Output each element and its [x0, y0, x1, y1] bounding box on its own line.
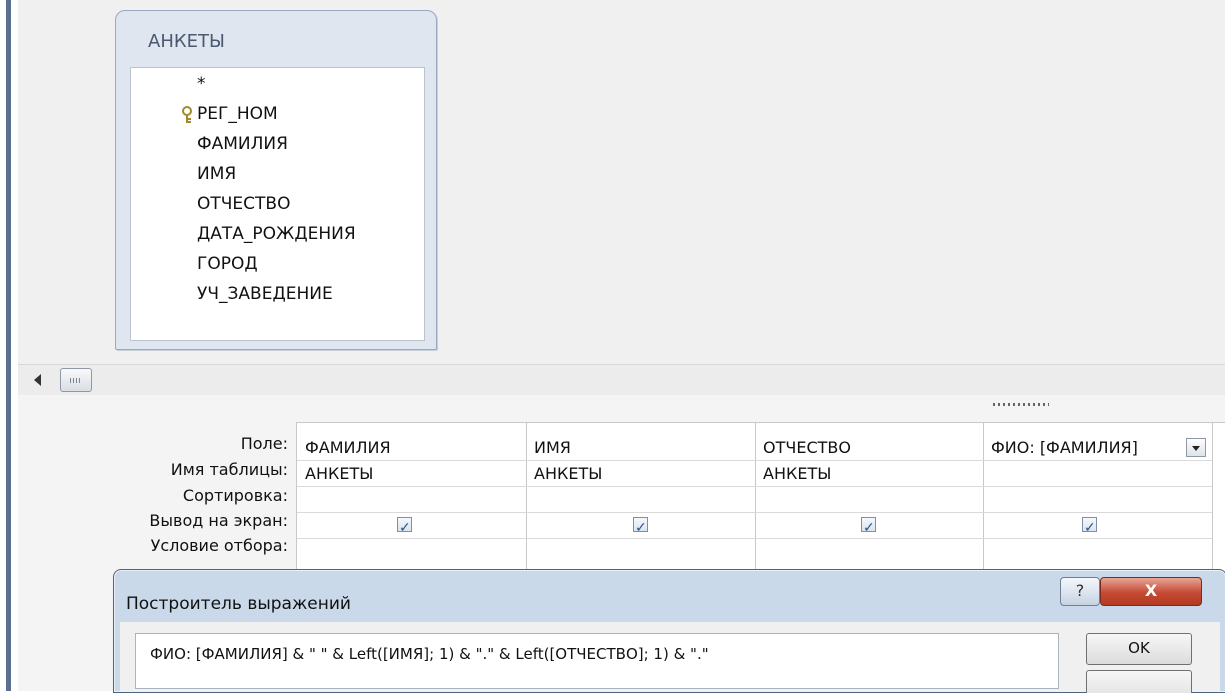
row-label-criteria: Условие отбора: [150, 536, 288, 555]
cancel-button[interactable] [1086, 670, 1192, 693]
show-checkbox[interactable] [1082, 515, 1097, 538]
row-label-table-name: Имя таблицы: [170, 460, 288, 479]
field-item-reg-nom[interactable]: РЕГ_НОМ [197, 104, 278, 124]
field-item-familiya[interactable]: ФАМИЛИЯ [197, 134, 288, 154]
grid-cell-field[interactable]: ФАМИЛИЯ [297, 435, 526, 461]
field-item-all[interactable]: * [197, 74, 206, 94]
grid-cell-field[interactable]: ИМЯ [526, 435, 755, 461]
grid-cell-sort[interactable] [526, 487, 755, 513]
close-button[interactable]: X [1100, 577, 1202, 606]
show-checkbox[interactable] [397, 515, 412, 538]
grid-cell-field-text: ФИО: [ФАМИЛИЯ] [991, 438, 1138, 457]
grid-cell-sort[interactable] [983, 487, 1212, 513]
field-item-uch-zavedenie[interactable]: УЧ_ЗАВЕДЕНИЕ [197, 284, 333, 304]
help-button[interactable]: ? [1060, 577, 1100, 606]
grid-cell-show[interactable] [526, 513, 755, 539]
row-label-sort: Сортировка: [182, 486, 288, 505]
pane-splitter[interactable] [18, 395, 1225, 415]
table-title: АНКЕТЫ [148, 31, 225, 52]
grid-cell-field[interactable]: ОТЧЕСТВО [755, 435, 983, 461]
dialog-body: ФИО: [ФАМИЛИЯ] & " " & Left([ИМЯ]; 1) & … [120, 622, 1220, 693]
query-design-pane: АНКЕТЫ * РЕГ_НОМ ФАМИЛИЯ ИМЯ ОТЧЕСТВО ДА… [18, 0, 1225, 364]
grid-cell-table[interactable]: АНКЕТЫ [755, 461, 983, 487]
show-checkbox[interactable] [861, 515, 876, 538]
grid-cell-table[interactable]: АНКЕТЫ [297, 461, 526, 487]
row-label-field: Поле: [240, 434, 288, 453]
table-field-list-window[interactable]: АНКЕТЫ * РЕГ_НОМ ФАМИЛИЯ ИМЯ ОТЧЕСТВО ДА… [115, 10, 437, 350]
ok-button[interactable]: OK [1086, 633, 1192, 665]
expression-input[interactable]: ФИО: [ФАМИЛИЯ] & " " & Left([ИМЯ]; 1) & … [135, 633, 1059, 689]
expression-builder-dialog: Построитель выражений ? X ФИО: [ФАМИЛИЯ]… [113, 569, 1225, 693]
scrollbar-thumb[interactable] [60, 368, 92, 392]
grid-cell-show[interactable] [983, 513, 1212, 539]
grid-cell-sort[interactable] [755, 487, 983, 513]
field-item-data-rozhdeniya[interactable]: ДАТА_РОЖДЕНИЯ [197, 224, 356, 244]
grid-cell-table[interactable] [983, 461, 1212, 487]
grid-cell-sort[interactable] [297, 487, 526, 513]
grid-cell-show[interactable] [755, 513, 983, 539]
field-item-imya[interactable]: ИМЯ [197, 164, 236, 184]
dialog-title: Построитель выражений [126, 594, 351, 614]
grid-cell-show[interactable] [297, 513, 526, 539]
field-item-gorod[interactable]: ГОРОД [197, 254, 258, 274]
field-item-otchestvo[interactable]: ОТЧЕСТВО [197, 194, 290, 214]
show-checkbox[interactable] [633, 515, 648, 538]
field-list: * РЕГ_НОМ ФАМИЛИЯ ИМЯ ОТЧЕСТВО ДАТА_РОЖД… [130, 67, 425, 341]
splitter-grip-icon[interactable] [993, 403, 1049, 406]
field-dropdown-button[interactable] [1186, 438, 1206, 457]
grid-cell-table[interactable]: АНКЕТЫ [526, 461, 755, 487]
primary-key-icon [182, 106, 192, 123]
scroll-left-arrow-icon[interactable] [34, 374, 41, 386]
horizontal-scrollbar[interactable] [18, 364, 1225, 396]
row-label-show: Вывод на экран: [149, 511, 288, 530]
grid-cell-field-active[interactable]: ФИО: [ФАМИЛИЯ] [983, 435, 1212, 461]
window-left-edge [0, 0, 14, 691]
